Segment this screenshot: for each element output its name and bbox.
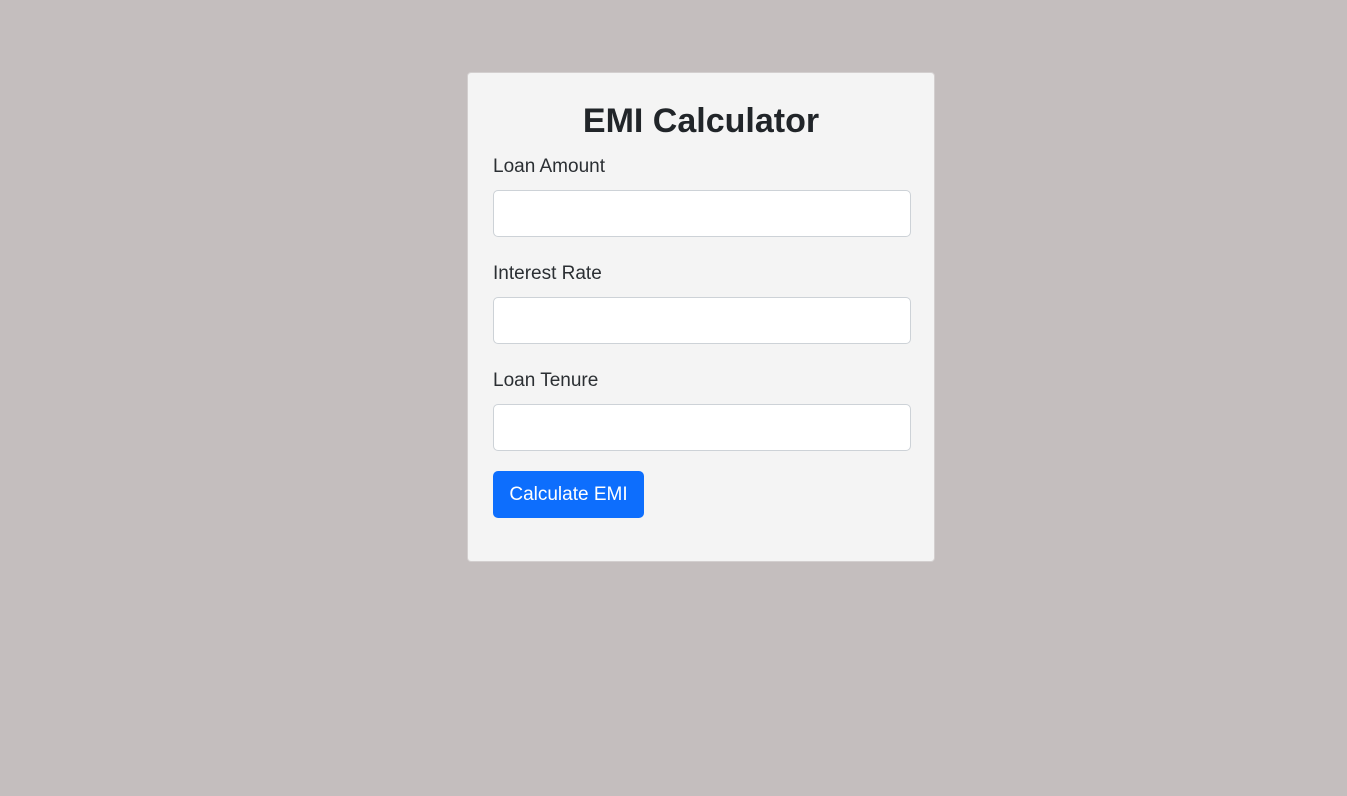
interest-rate-input[interactable] xyxy=(493,297,911,344)
loan-amount-label: Loan Amount xyxy=(493,156,605,177)
loan-tenure-input[interactable] xyxy=(493,404,911,451)
interest-rate-label: Interest Rate xyxy=(493,263,602,284)
page-title: EMI Calculator xyxy=(582,102,820,140)
calculate-emi-button[interactable]: Calculate EMI xyxy=(493,471,644,518)
emi-calculator-card: EMI Calculator Loan Amount Interest Rate… xyxy=(467,72,935,562)
loan-tenure-label: Loan Tenure xyxy=(493,370,599,391)
loan-amount-input[interactable] xyxy=(493,190,911,237)
